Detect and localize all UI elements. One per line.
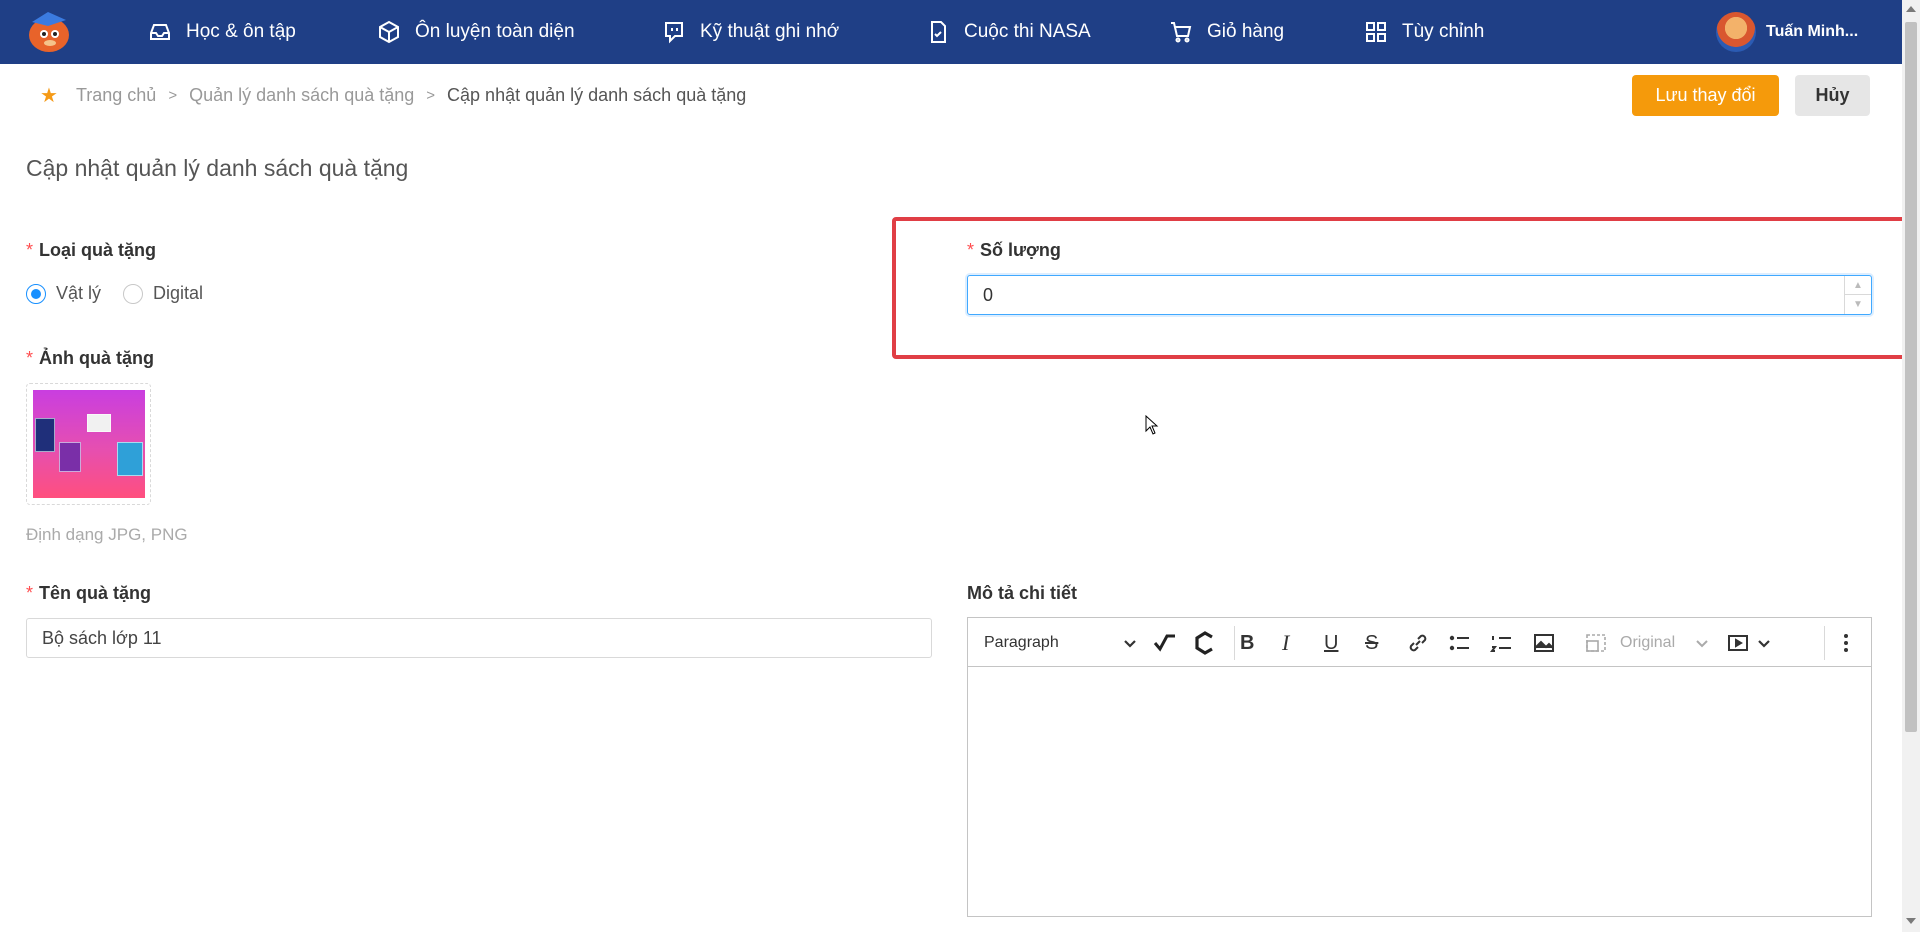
gift-type-label-text: Loại quà tặng	[39, 240, 157, 260]
inbox-icon	[150, 24, 170, 40]
page-title: Cập nhật quản lý danh sách quà tặng	[26, 155, 409, 181]
quantity-stepper[interactable]: ▲ ▼	[1844, 276, 1871, 314]
gift-name-label: * Tên quà tặng	[26, 583, 151, 604]
insert-image-icon[interactable]	[1532, 630, 1556, 656]
radio-label: Digital	[153, 283, 204, 303]
nav-item-on-luyen[interactable]: Ôn luyện toàn diện	[377, 0, 575, 64]
image-format-hint: Định dạng JPG, PNG	[26, 525, 188, 544]
document-check-icon	[931, 21, 946, 43]
star-icon: ★	[40, 84, 58, 107]
nav-item-cuoc-thi[interactable]: Cuộc thi NASA	[926, 0, 1091, 64]
user-name: Tuấn Minh...	[1766, 23, 1859, 40]
cancel-button[interactable]: Hủy	[1795, 75, 1870, 116]
required-mark: *	[26, 348, 34, 368]
image-size-select-value: Original	[1620, 634, 1676, 651]
grid-icon	[1366, 22, 1386, 42]
chevron-down-icon[interactable]	[1118, 630, 1142, 656]
heading-select[interactable]: Paragraph	[984, 630, 1059, 656]
nav-item-label: Ôn luyện toàn diện	[415, 21, 575, 42]
italic-icon[interactable]: I	[1282, 630, 1289, 656]
breadcrumb-home[interactable]: Trang chủ	[76, 85, 156, 106]
quantity-value: 0	[983, 284, 994, 305]
more-options-icon[interactable]	[1834, 630, 1858, 656]
required-mark: *	[967, 240, 975, 260]
breadcrumb-separator: >	[426, 86, 436, 104]
gift-image-label-text: Ảnh quà tặng	[39, 348, 155, 368]
quantity-input[interactable]: 0 ▲ ▼	[967, 275, 1872, 315]
underline-icon[interactable]: U	[1324, 630, 1338, 656]
radio-label: Vật lý	[56, 283, 102, 303]
strikethrough-icon[interactable]: S	[1365, 630, 1378, 656]
media-embed-icon[interactable]	[1726, 630, 1750, 656]
gift-type-radio-group: Vật lý Digital	[26, 283, 225, 304]
mouse-cursor-icon	[1145, 415, 1159, 435]
chevron-down-icon[interactable]	[1690, 630, 1714, 656]
quantity-label-text: Số lượng	[980, 240, 1061, 260]
radio-digital[interactable]: Digital	[123, 283, 203, 304]
editor-content-area[interactable]	[968, 667, 1871, 916]
cube-icon	[379, 20, 399, 44]
nav-item-label: Giỏ hàng	[1207, 21, 1285, 42]
app-logo[interactable]	[24, 10, 74, 54]
nav-item-tuy-chinh[interactable]: Tùy chỉnh	[1364, 0, 1484, 64]
nav-item-label: Học & ôn tập	[186, 21, 296, 42]
breadcrumb-current: Cập nhật quản lý danh sách quà tặng	[447, 84, 747, 105]
scroll-down-icon[interactable]	[1906, 918, 1916, 924]
chat-bubble-icon	[665, 22, 683, 44]
heading-select-value: Paragraph	[984, 634, 1059, 651]
required-mark: *	[26, 240, 34, 260]
bulleted-list-icon[interactable]	[1448, 630, 1472, 656]
required-mark: *	[26, 583, 34, 603]
chevron-down-icon[interactable]	[1752, 630, 1776, 656]
gift-image-label: * Ảnh quà tặng	[26, 348, 154, 369]
nav-item-ky-thuat[interactable]: Kỹ thuật ghi nhớ	[662, 0, 839, 64]
nav-item-label: Cuộc thi NASA	[964, 21, 1091, 42]
breadcrumb-parent[interactable]: Quản lý danh sách quà tặng	[189, 85, 414, 106]
scroll-up-icon[interactable]	[1906, 6, 1916, 12]
page-scrollbar[interactable]	[1902, 0, 1920, 932]
editor-toolbar: Paragraph B I U S Original	[968, 618, 1871, 667]
nav-item-gio-hang[interactable]: Giỏ hàng	[1169, 0, 1284, 64]
gift-name-input[interactable]: Bộ sách lớp 11	[26, 618, 932, 658]
chemistry-icon[interactable]	[1193, 630, 1217, 656]
gift-type-label: * Loại quà tặng	[26, 240, 156, 261]
breadcrumb: ★ Trang chủ > Quản lý danh sách quà tặng…	[40, 82, 746, 108]
breadcrumb-separator: >	[168, 86, 178, 104]
gift-name-label-text: Tên quà tặng	[39, 583, 152, 603]
cart-icon	[1171, 22, 1192, 43]
radio-unchecked-icon[interactable]	[123, 283, 144, 304]
link-icon[interactable]	[1406, 630, 1430, 656]
avatar	[1716, 12, 1756, 52]
math-formula-icon[interactable]	[1153, 630, 1177, 656]
image-resize-icon[interactable]	[1584, 630, 1608, 656]
top-navbar: Học & ôn tập Ôn luyện toàn diện Kỹ thuật…	[0, 0, 1902, 64]
toolbar-divider	[1234, 626, 1235, 660]
description-label: Mô tả chi tiết	[967, 583, 1078, 603]
toolbar-divider	[1824, 626, 1825, 660]
nav-item-label: Kỹ thuật ghi nhớ	[700, 21, 840, 42]
quantity-label: * Số lượng	[967, 240, 1061, 261]
gift-name-value: Bộ sách lớp 11	[42, 627, 162, 648]
scroll-thumb[interactable]	[1905, 22, 1917, 732]
nav-item-label: Tùy chỉnh	[1402, 21, 1485, 42]
numbered-list-icon[interactable]	[1490, 630, 1514, 656]
bold-icon[interactable]: B	[1240, 630, 1254, 656]
radio-vat-ly[interactable]: Vật lý	[26, 283, 101, 304]
image-size-select[interactable]: Original	[1620, 630, 1675, 656]
gift-image-thumbnail	[33, 390, 145, 498]
save-changes-button[interactable]: Lưu thay đổi	[1632, 75, 1779, 116]
nav-item-hoc-on-tap[interactable]: Học & ôn tập	[148, 0, 296, 64]
gift-image-upload[interactable]	[26, 383, 151, 505]
stepper-down-icon[interactable]: ▼	[1845, 295, 1871, 314]
stepper-up-icon[interactable]: ▲	[1845, 276, 1871, 295]
radio-checked-icon[interactable]	[26, 283, 46, 304]
user-menu[interactable]: Tuấn Minh...	[1716, 10, 1858, 54]
rich-text-editor: Paragraph B I U S Original	[967, 617, 1872, 917]
